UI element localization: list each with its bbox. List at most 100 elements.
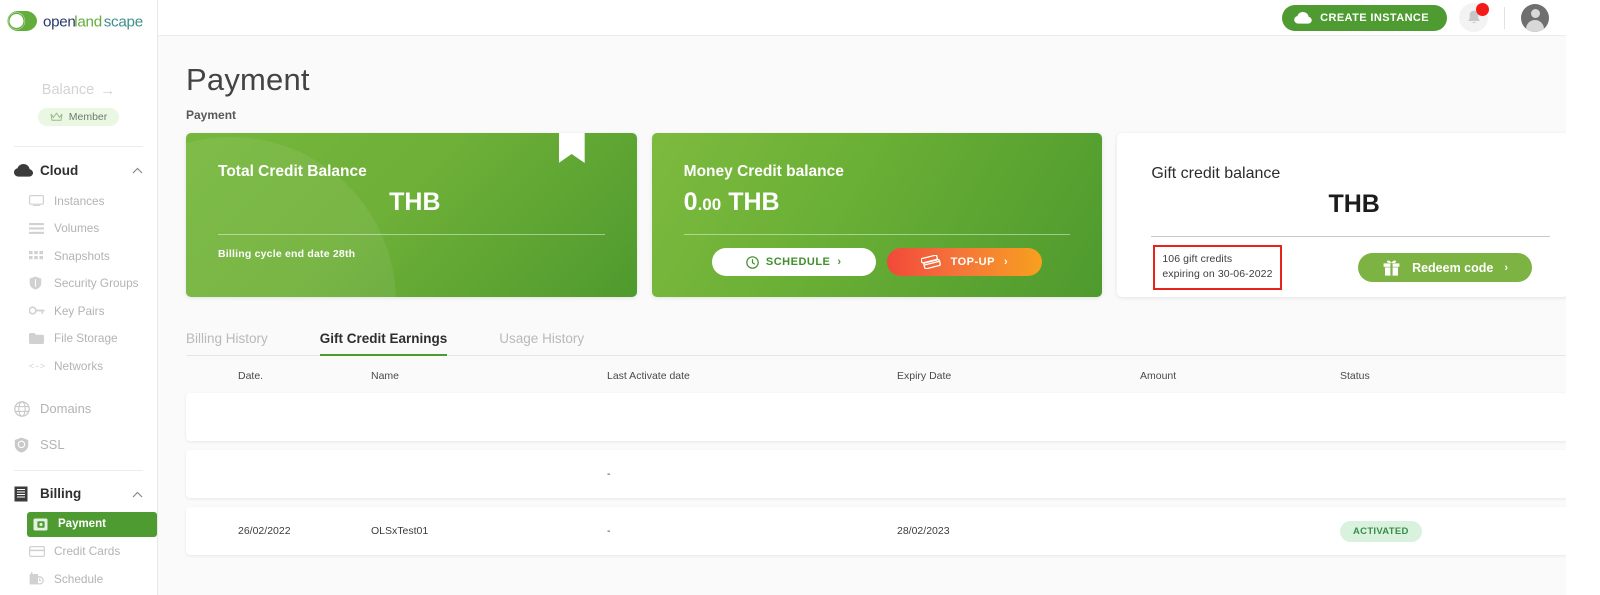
schedule-button[interactable]: SCHEDULE › [711,248,876,276]
code-brackets-icon: <-> [29,361,54,371]
table-row[interactable]: 26/02/2022 OLSxTest01 - 28/02/2023 ACTIV… [186,507,1568,555]
sidebar-item-payment-label: Payment [58,518,106,530]
credit-card-stack-icon [920,255,941,269]
column-header-name: Name [371,370,400,382]
topbar: CREATE INSTANCE [158,0,1600,36]
balance-label: Balance [41,82,95,98]
money-credit-amount-int: 0 [683,188,698,216]
sidebar-item-instances[interactable]: Instances [0,187,157,215]
sidebar-item-networks[interactable]: <-> Networks [0,352,157,380]
gift-credit-expiry: expiring on 30-06-2022 [1162,268,1273,281]
cell-date: 26/02/2022 [238,525,291,537]
sidebar-group-billing[interactable]: Billing [0,477,157,511]
sidebar-item-instances-label: Instances [54,193,105,208]
crown-icon [50,112,63,121]
money-credit-currency: THB [728,188,780,216]
svg-text:land: land [74,13,102,30]
sidebar-item-security-groups[interactable]: Security Groups [0,270,157,298]
openlandscape-logo-icon [7,11,37,31]
total-credit-balance-card: Total Credit Balance THB Billing cycle e… [186,133,637,297]
balance-link[interactable]: Balance → [42,82,115,98]
chevron-up-icon [132,161,143,179]
gift-credit-footer: 106 gift credits expiring on 30-06-2022 … [1151,245,1550,291]
avatar-body [1526,19,1544,32]
wallet-icon [33,518,58,531]
svg-text:open: open [43,13,76,30]
avatar[interactable] [1521,3,1549,32]
topup-button[interactable]: TOP-UP › [886,248,1043,276]
sidebar-group-billing-label: Billing [40,486,82,501]
gift-credit-balance-amount: THB [1151,190,1550,222]
breadcrumb: Payment [186,108,237,122]
total-credit-balance-label: Total Credit Balance [218,163,367,180]
column-header-amount: Amount [1140,370,1177,382]
globe-icon [14,400,40,417]
topbar-divider [1504,6,1505,29]
main-content: Payment Payment Total Credit Balance THB… [158,36,1600,595]
member-badge-label: Member [68,111,108,123]
shield-check-icon [14,437,40,453]
chevron-right-icon: › [1003,256,1009,268]
notifications-button[interactable] [1459,3,1489,32]
grid-icon [29,250,54,261]
monitor-icon [29,195,54,207]
sidebar-item-key-pairs-label: Key Pairs [54,303,105,318]
sidebar-item-snapshots[interactable]: Snapshots [0,242,157,270]
chevron-up-icon [132,485,143,503]
sidebar-item-ssl-label: SSL [40,437,65,452]
receipt-icon [14,486,40,502]
sidebar-item-domains-label: Domains [40,401,92,416]
sidebar-item-ssl[interactable]: SSL [0,428,157,462]
billing-cycle-note: Billing cycle end date 28th [218,248,356,260]
table-row[interactable]: - [186,450,1568,498]
sidebar-item-schedule[interactable]: Schedule [0,565,157,593]
cell-expiry-date: 28/02/2023 [897,525,950,537]
create-instance-label: CREATE INSTANCE [1320,11,1429,24]
sidebar-divider-2 [14,469,143,471]
money-credit-divider [683,234,1071,235]
column-header-status: Status [1340,370,1370,382]
sidebar-item-payment[interactable]: Payment [27,511,157,537]
schedule-button-label: SCHEDULE [765,256,831,268]
member-badge[interactable]: Member [37,108,120,126]
tab-billing-history[interactable]: Billing History [186,331,268,355]
gift-icon [1383,260,1400,276]
sidebar-item-key-pairs[interactable]: Key Pairs [0,297,157,325]
sidebar-group-cloud[interactable]: Cloud [0,153,157,187]
history-tabs: Billing History Gift Credit Earnings Usa… [186,297,1568,356]
sidebar-divider-1 [14,146,143,147]
column-header-last-activate-date: Last Activate date [607,370,690,382]
sidebar-item-networks-label: Networks [54,358,104,373]
sidebar: open land scape Balance → Member Cloud I… [0,0,158,595]
tab-billing-history-label: Billing History [186,331,268,346]
money-credit-amount-dec: .00 [697,195,722,214]
clock-icon [746,255,759,269]
gift-credit-balance-label: Gift credit balance [1151,165,1281,182]
gift-credit-divider [1151,236,1551,237]
brand-logo[interactable]: open land scape [0,3,157,39]
table-row[interactable] [186,393,1568,441]
sidebar-item-volumes[interactable]: Volumes [0,215,157,243]
svg-text:scape: scape [104,13,143,30]
sidebar-item-volumes-label: Volumes [54,221,100,236]
tab-gift-credit-earnings-label: Gift Credit Earnings [319,331,448,346]
key-icon [29,306,54,315]
sidebar-item-domains[interactable]: Domains [0,392,157,426]
column-header-expiry-date: Expiry Date [897,370,952,382]
sidebar-item-file-storage[interactable]: File Storage [0,325,157,353]
cell-name: OLSxTest01 [371,525,429,537]
total-credit-balance-amount: THB [218,188,605,220]
layers-icon [29,222,54,234]
tab-usage-history[interactable]: Usage History [499,331,584,355]
sidebar-item-credit-cards-label: Credit Cards [54,544,121,559]
table-header-row: Date. Name Last Activate date Expiry Dat… [186,356,1568,393]
cloud-icon [1294,11,1312,24]
tab-gift-credit-earnings[interactable]: Gift Credit Earnings [319,331,448,356]
sidebar-item-schedule-label: Schedule [54,571,104,586]
cloud-icon [14,163,40,177]
create-instance-button[interactable]: CREATE INSTANCE [1282,4,1447,31]
cell-last-activate-date: - [607,525,611,537]
gift-credit-count: 106 gift credits [1162,253,1233,265]
sidebar-item-credit-cards[interactable]: Credit Cards [0,538,157,566]
redeem-code-button[interactable]: Redeem code › [1358,253,1533,283]
